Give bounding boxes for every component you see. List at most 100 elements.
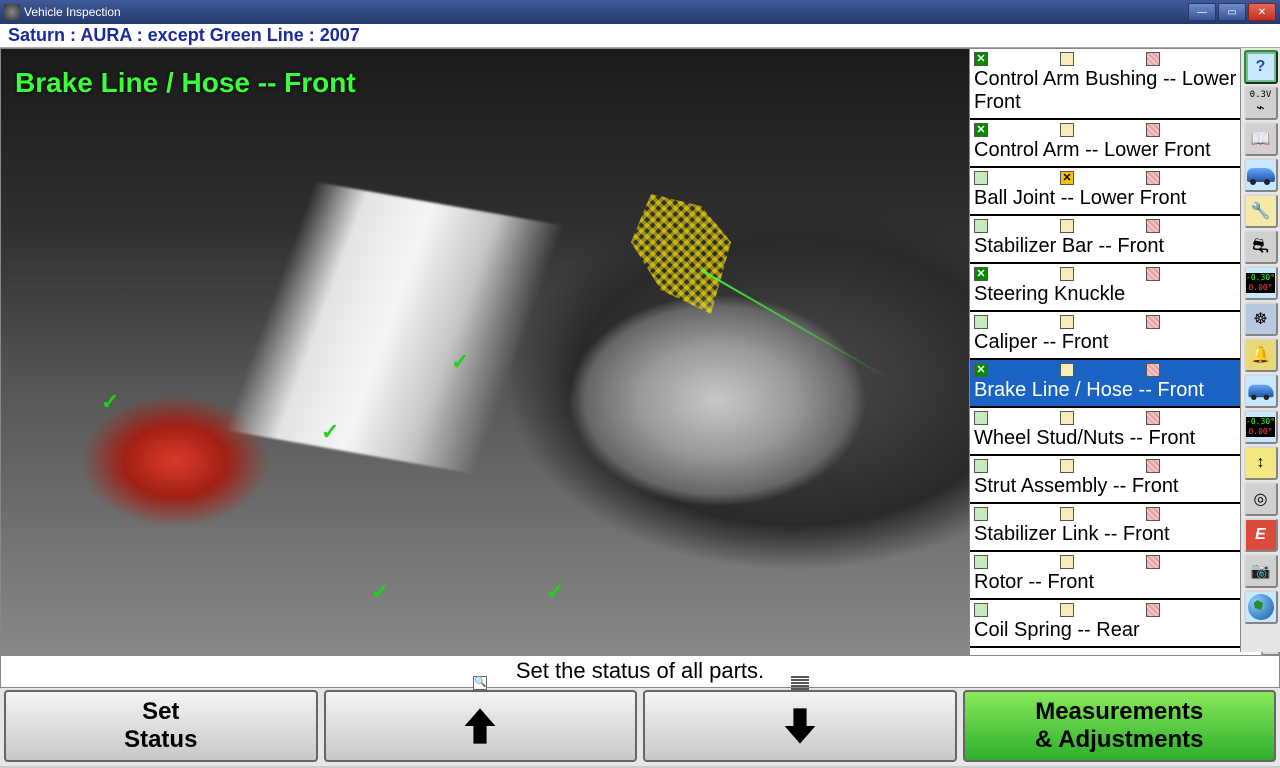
status-green-box[interactable] (974, 363, 988, 377)
status-red-box[interactable] (1146, 315, 1160, 329)
check-mark-icon: ✓ (451, 349, 469, 375)
part-label: Control Arm -- Lower Front (974, 139, 1257, 162)
part-row[interactable]: Brake Line / Hose -- Front (970, 360, 1261, 408)
next-button[interactable] (643, 690, 957, 762)
status-box-row (974, 362, 1257, 378)
help-button[interactable]: ? (1244, 50, 1278, 84)
part-label: Strut Assembly -- Front (974, 475, 1257, 498)
part-label: Coil Spring -- Rear (974, 619, 1257, 642)
status-red-box[interactable] (1146, 363, 1160, 377)
check-mark-icon: ✓ (321, 419, 339, 445)
status-box-row (974, 51, 1257, 67)
part-row[interactable]: Control Arm Bushing -- Lower Front (970, 49, 1261, 120)
status-red-box[interactable] (1146, 411, 1160, 425)
express-button[interactable]: E (1244, 518, 1278, 552)
vehicle-select-button[interactable] (1244, 158, 1278, 192)
part-label: Stabilizer Bar -- Front (974, 235, 1257, 258)
vehicle-info-bar: Saturn : AURA : except Green Line : 2007 (0, 24, 1280, 48)
check-mark-icon: ✓ (371, 579, 389, 605)
target-button[interactable]: ◎ (1244, 482, 1278, 516)
status-green-box[interactable] (974, 219, 988, 233)
part-row[interactable]: Steering Knuckle (970, 264, 1261, 312)
status-red-box[interactable] (1146, 507, 1160, 521)
button-bar: Set Status 🔍 Measurements & Adjustments (0, 688, 1280, 766)
part-label: Control Arm Bushing -- Lower Front (974, 68, 1257, 114)
measurement-2-button[interactable]: -0.30°0.00° (1244, 410, 1278, 444)
status-green-box[interactable] (974, 171, 988, 185)
status-box-row (974, 506, 1257, 522)
part-label: Ball Joint -- Lower Front (974, 187, 1257, 210)
part-label: Caliper -- Front (974, 331, 1257, 354)
status-red-box[interactable] (1146, 171, 1160, 185)
status-green-box[interactable] (974, 315, 988, 329)
status-green-box[interactable] (974, 123, 988, 137)
prev-button[interactable]: 🔍 (324, 690, 638, 762)
measurements-label-2: & Adjustments (1035, 726, 1203, 754)
status-red-box[interactable] (1146, 267, 1160, 281)
web-button[interactable] (1244, 590, 1278, 624)
part-row[interactable]: Stabilizer Bar -- Front (970, 216, 1261, 264)
hint-bar: Set the status of all parts. (0, 656, 1280, 688)
voltage-indicator[interactable]: 0.3V⌁ (1244, 86, 1278, 120)
status-yellow-box[interactable] (1060, 411, 1074, 425)
status-yellow-box[interactable] (1060, 459, 1074, 473)
maximize-button[interactable]: ▭ (1218, 3, 1246, 21)
status-yellow-box[interactable] (1060, 363, 1074, 377)
part-row[interactable]: Coil Spring -- Rear (970, 600, 1261, 648)
status-yellow-box[interactable] (1060, 219, 1074, 233)
status-yellow-box[interactable] (1060, 123, 1074, 137)
status-yellow-box[interactable] (1060, 555, 1074, 569)
status-box-row (974, 410, 1257, 426)
part-row[interactable]: Stabilizer Link -- Front (970, 504, 1261, 552)
lift-button[interactable] (1244, 374, 1278, 408)
manual-button[interactable]: 📖 (1244, 122, 1278, 156)
status-green-box[interactable] (974, 411, 988, 425)
status-red-box[interactable] (1146, 52, 1160, 66)
photo-pane[interactable]: Brake Line / Hose -- Front ✓ ✓ ✓ ✓ ✓ (1, 49, 969, 655)
tools-button[interactable]: 🔧 (1244, 194, 1278, 228)
part-row[interactable]: Control Arm -- Lower Front (970, 120, 1261, 168)
status-yellow-box[interactable] (1060, 171, 1074, 185)
status-red-box[interactable] (1146, 219, 1160, 233)
status-yellow-box[interactable] (1060, 52, 1074, 66)
yellow-tool-button[interactable]: ↕ (1244, 446, 1278, 480)
status-yellow-box[interactable] (1060, 507, 1074, 521)
sensor-button[interactable]: 🔔 (1244, 338, 1278, 372)
window-title: Vehicle Inspection (24, 5, 1188, 19)
parts-pane: Control Arm Bushing -- Lower Front Contro… (969, 49, 1279, 655)
part-row[interactable]: Caliper -- Front (970, 312, 1261, 360)
status-red-box[interactable] (1146, 603, 1160, 617)
steering-button[interactable]: ☸ (1244, 302, 1278, 336)
set-status-button[interactable]: Set Status (4, 690, 318, 762)
status-green-box[interactable] (974, 603, 988, 617)
status-green-box[interactable] (974, 507, 988, 521)
status-yellow-box[interactable] (1060, 315, 1074, 329)
status-green-box[interactable] (974, 267, 988, 281)
check-mark-icon: ✓ (101, 389, 119, 415)
check-mark-icon: ✓ (546, 579, 564, 605)
seatbelt-button[interactable]: ⛐ (1244, 230, 1278, 264)
measurement-1-button[interactable]: -0.30°0.00° (1244, 266, 1278, 300)
status-red-box[interactable] (1146, 459, 1160, 473)
magnify-icon: 🔍 (473, 676, 487, 690)
measurements-button[interactable]: Measurements & Adjustments (963, 690, 1277, 762)
status-red-box[interactable] (1146, 123, 1160, 137)
part-row[interactable]: 📹Ball Joint -- Lower Front (970, 168, 1261, 216)
set-status-label-1: Set (142, 698, 179, 726)
close-button[interactable]: ✕ (1248, 3, 1276, 21)
status-red-box[interactable] (1146, 555, 1160, 569)
status-green-box[interactable] (974, 52, 988, 66)
camera-button[interactable]: 📷 (1244, 554, 1278, 588)
status-green-box[interactable] (974, 555, 988, 569)
part-row[interactable]: Strut Assembly -- Front (970, 456, 1261, 504)
right-toolbar: ? 0.3V⌁ 📖 🔧 ⛐ -0.30°0.00° ☸ 🔔 -0.30°0.00… (1240, 48, 1280, 652)
list-icon (791, 676, 809, 690)
status-yellow-box[interactable] (1060, 603, 1074, 617)
set-status-label-2: Status (124, 726, 197, 754)
part-row[interactable]: Rotor -- Front (970, 552, 1261, 600)
minimize-button[interactable]: — (1188, 3, 1216, 21)
part-row[interactable]: Wheel Stud/Nuts -- Front (970, 408, 1261, 456)
status-green-box[interactable] (974, 459, 988, 473)
parts-list: Control Arm Bushing -- Lower Front Contro… (970, 49, 1261, 655)
status-yellow-box[interactable] (1060, 267, 1074, 281)
